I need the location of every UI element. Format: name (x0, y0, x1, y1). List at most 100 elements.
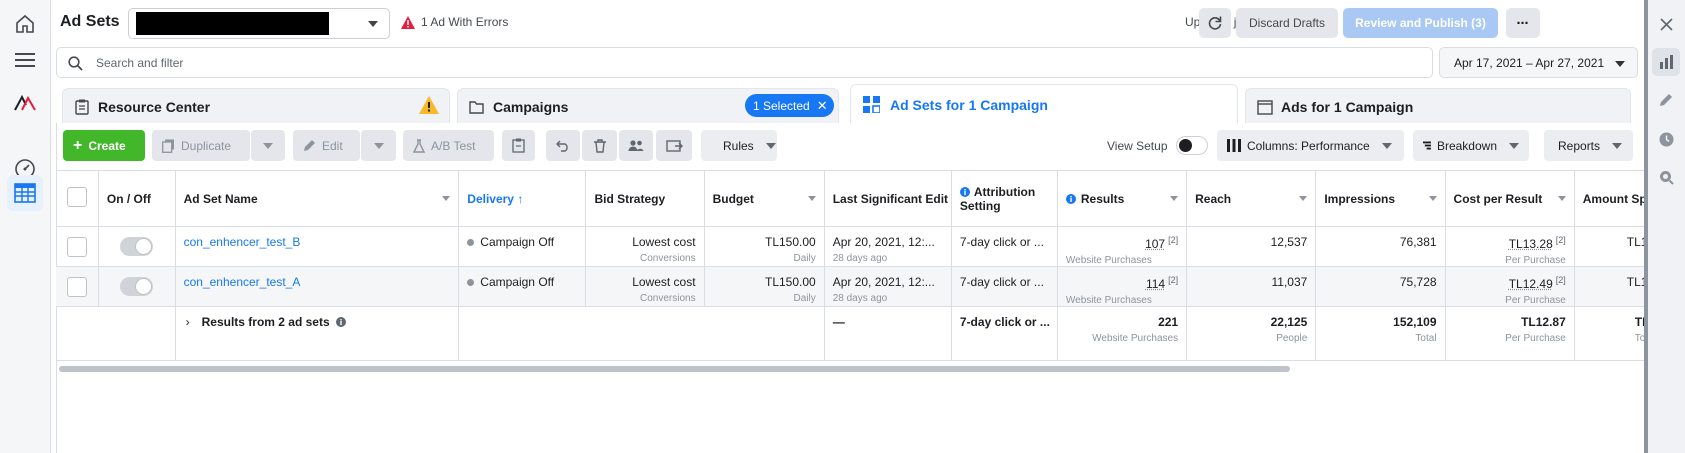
chevron-down-icon[interactable] (1170, 196, 1179, 201)
duplicate-button[interactable]: Duplicate (152, 130, 250, 161)
ab-test-button[interactable]: A/B Test (403, 130, 494, 161)
totals-impressions-sub: Total (1415, 333, 1437, 344)
refresh-button[interactable] (1199, 8, 1231, 38)
column-header-cost-per-result[interactable]: Cost per Result (1445, 170, 1575, 227)
undo-button[interactable] (546, 130, 580, 161)
column-header-reach[interactable]: Reach (1186, 170, 1317, 227)
clipboard-icon (512, 138, 525, 153)
totals-amount-spent: TL2 To (1574, 306, 1644, 361)
close-icon[interactable]: ✕ (817, 98, 828, 114)
totals-results-sub: Website Purchases (1092, 333, 1179, 344)
table-view-icon[interactable] (7, 175, 43, 211)
menu-icon[interactable] (12, 47, 38, 73)
chevron-down-icon (373, 142, 384, 149)
tab-campaigns[interactable]: Campaigns 1 Selected ✕ (457, 88, 839, 123)
column-header-bid-strategy[interactable]: Bid Strategy (585, 170, 705, 227)
totals-attribution: 7-day click or ... (951, 306, 1058, 361)
cpr-footnote: [2] (1555, 275, 1566, 285)
chevron-down-icon (1381, 142, 1392, 149)
totals-reach-value: 22,125 (1270, 315, 1308, 329)
chevron-down-icon[interactable] (1428, 196, 1437, 201)
column-header-ad-set-name[interactable]: Ad Set Name (175, 170, 460, 227)
column-header-attribution-setting[interactable]: Attribution Setting (951, 170, 1058, 227)
audience-button[interactable] (619, 130, 653, 161)
review-and-publish-button[interactable]: Review and Publish (3) (1343, 8, 1498, 38)
edit-button[interactable]: Edit (293, 130, 360, 161)
search-and-filter-bar[interactable]: Search and filter (56, 47, 1433, 78)
select-all-checkbox[interactable] (66, 187, 87, 207)
columns-dropdown[interactable]: Columns: Performance (1217, 130, 1404, 161)
row-checkbox[interactable] (66, 237, 87, 257)
row-checkbox[interactable] (66, 277, 87, 297)
budget-value: TL150.00 (764, 275, 816, 289)
chevron-down-icon[interactable] (1299, 196, 1308, 201)
ad-set-name-link[interactable]: con_enhencer_test_A (184, 275, 301, 289)
inspect-search-icon[interactable] (1652, 163, 1680, 191)
reach-cell: 11,037 (1186, 266, 1317, 307)
header-label: Impressions (1324, 191, 1396, 206)
info-icon[interactable] (959, 186, 970, 197)
results-value[interactable]: 114 (1146, 277, 1165, 291)
selected-count-text: 1 Selected (753, 98, 810, 113)
account-selector[interactable] (128, 8, 390, 39)
row-select-cell (56, 266, 99, 307)
cpr-value[interactable]: TL12.49 (1509, 277, 1553, 291)
info-icon[interactable] (1065, 193, 1076, 204)
columns-label: Columns: Performance (1247, 138, 1370, 153)
tab-ads[interactable]: Ads for 1 Campaign (1245, 88, 1631, 123)
errors-badge[interactable]: 1 Ad With Errors (401, 15, 508, 29)
column-header-last-significant-edit[interactable]: Last Significant Edit (824, 170, 952, 227)
header-label: Results (1080, 191, 1125, 206)
history-clock-icon[interactable] (1652, 125, 1680, 153)
column-header-impressions[interactable]: Impressions (1315, 170, 1446, 227)
pencil-icon[interactable] (1652, 86, 1680, 114)
header-label: Budget (712, 191, 754, 206)
breakdown-dropdown[interactable]: Breakdown (1413, 130, 1529, 161)
chevron-down-icon[interactable] (807, 196, 816, 201)
preview-button[interactable] (656, 130, 692, 161)
close-icon[interactable] (1652, 10, 1680, 38)
table-row[interactable]: con_enhencer_test_B Campaign Off Lowest … (56, 226, 1644, 267)
cpr-value[interactable]: TL13.28 (1509, 237, 1553, 251)
horizontal-scrollbar[interactable] (59, 366, 1290, 372)
column-header-on-off[interactable]: On / Off (98, 170, 176, 227)
clipboard-button[interactable] (502, 130, 535, 161)
column-header-delivery[interactable]: Delivery ↑ (458, 170, 587, 227)
delete-button[interactable] (582, 130, 617, 161)
ads-manager-logo-icon[interactable] (12, 90, 38, 116)
column-header-amount-spent[interactable]: Amount Spent (1574, 170, 1644, 227)
date-range-picker[interactable]: Apr 17, 2021 – Apr 27, 2021 (1439, 47, 1638, 78)
info-icon[interactable] (336, 317, 346, 327)
chevron-down-icon[interactable] (1557, 196, 1566, 201)
create-label: Create (88, 138, 126, 153)
table-row[interactable]: con_enhencer_test_A Campaign Off Lowest … (56, 266, 1644, 307)
totals-reach: 22,125 People (1186, 306, 1317, 361)
selected-count-pill[interactable]: 1 Selected ✕ (745, 94, 834, 117)
page-title: Ad Sets (60, 13, 120, 30)
tab-ad-sets[interactable]: Ad Sets for 1 Campaign (850, 84, 1238, 123)
reports-dropdown[interactable]: Reports (1544, 130, 1633, 161)
chevron-right-icon[interactable]: › (186, 315, 190, 329)
results-value[interactable]: 107 (1145, 237, 1165, 251)
totals-label-cell[interactable]: › Results from 2 ad sets (175, 306, 460, 361)
ad-set-name-link[interactable]: con_enhencer_test_B (184, 235, 301, 249)
chevron-down-icon (765, 142, 776, 149)
discard-drafts-button[interactable]: Discard Drafts (1236, 8, 1338, 38)
tab-resource-center[interactable]: Resource Center (62, 88, 450, 123)
column-header-budget[interactable]: Budget (704, 170, 825, 227)
create-button[interactable]: + Create (63, 130, 145, 161)
last-edit-sub: 28 days ago (832, 253, 888, 264)
home-icon[interactable] (12, 11, 38, 37)
column-header-results[interactable]: Results (1057, 170, 1188, 227)
duplicate-dropdown[interactable] (251, 130, 285, 161)
rules-button[interactable]: Rules (701, 130, 777, 161)
bar-chart-icon[interactable] (1652, 48, 1680, 76)
ad-set-toggle[interactable] (120, 277, 154, 296)
edit-dropdown[interactable] (361, 130, 396, 161)
bid-strategy: Lowest cost (632, 275, 696, 289)
ad-set-toggle[interactable] (120, 237, 154, 256)
attribution-cell: 7-day click or ... (951, 266, 1058, 307)
chevron-down-icon[interactable] (442, 196, 451, 201)
view-setup-toggle[interactable] (1176, 136, 1208, 155)
more-options-button[interactable]: ⋯ (1506, 8, 1540, 38)
